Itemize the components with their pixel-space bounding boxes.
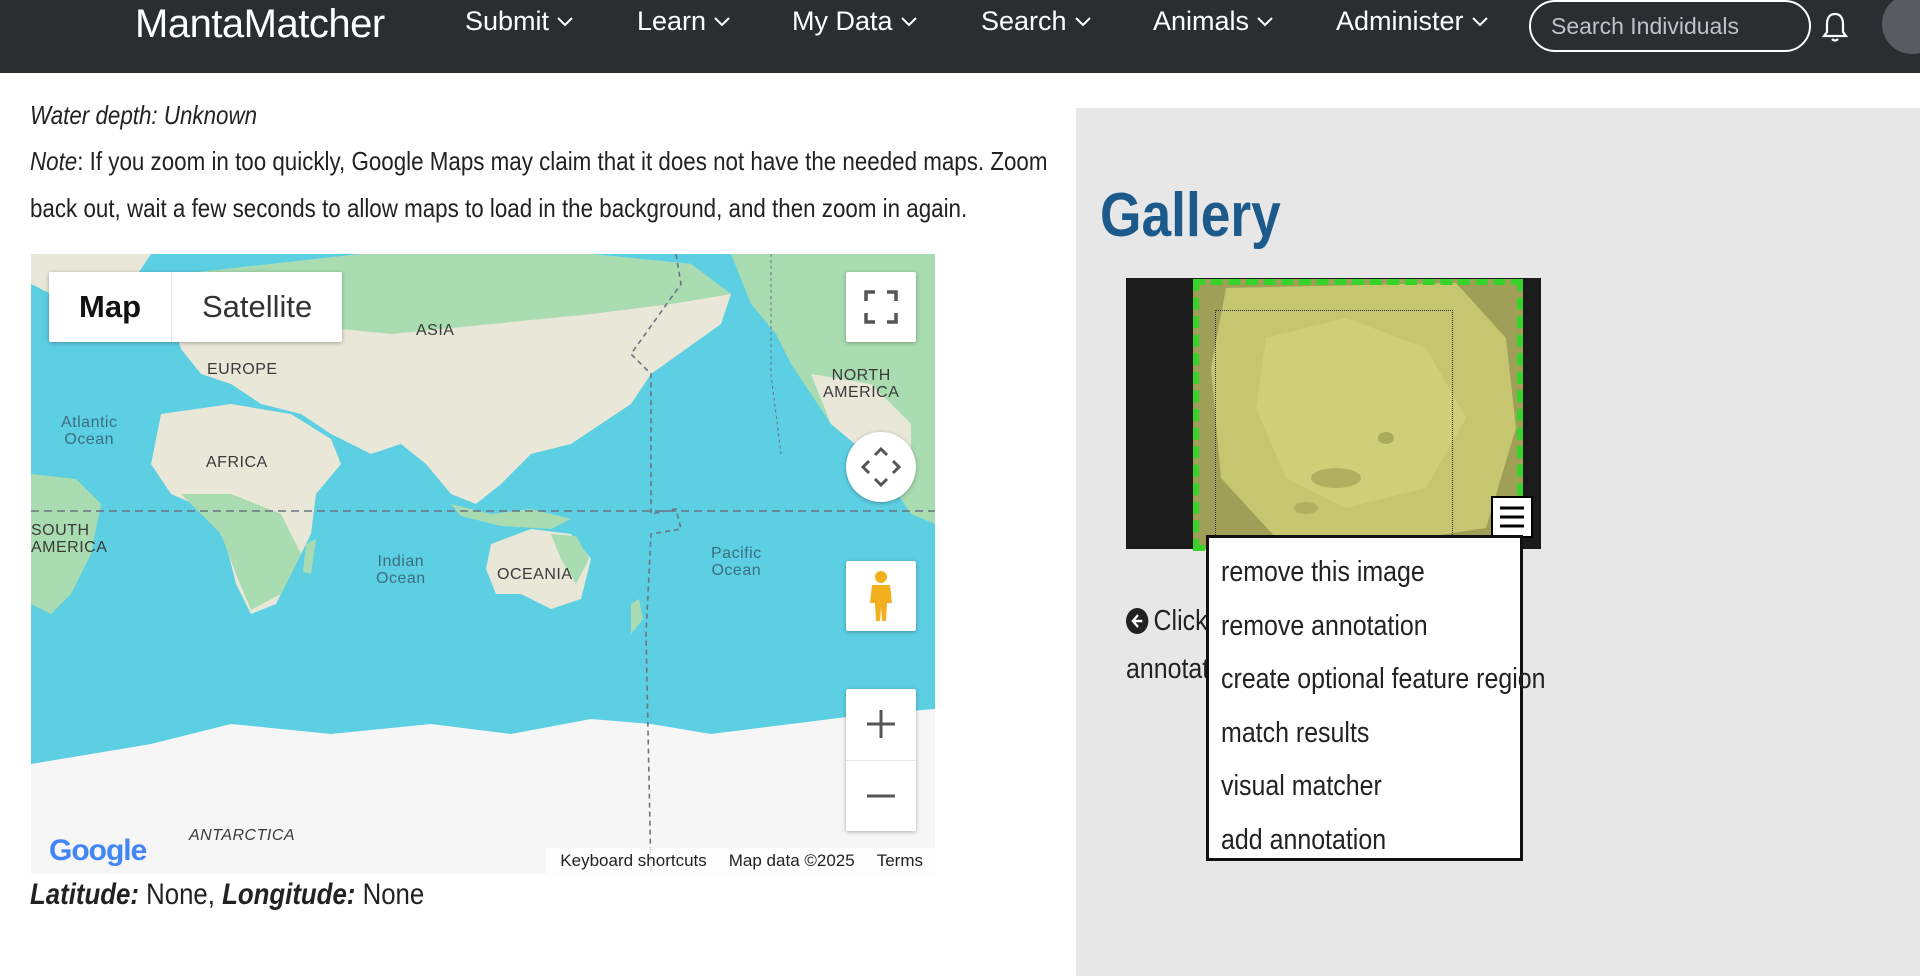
map-label-north-america-1: NORTH — [831, 367, 891, 384]
chevron-down-icon — [714, 16, 730, 26]
water-depth-text: Water depth: Unknown — [30, 100, 258, 130]
plus-icon — [867, 710, 895, 739]
terms-link[interactable]: Terms — [877, 851, 923, 871]
gallery-hint-text-2: annotati — [1126, 653, 1215, 685]
map-label-atlantic-2: Ocean — [64, 431, 115, 448]
map-label-indian-ocean: Indian Ocean — [376, 553, 426, 587]
bell-icon[interactable] — [1820, 10, 1850, 44]
menu-add-annotation[interactable]: add annotation — [1209, 814, 1476, 868]
map-label-north-america: NORTH AMERICA — [823, 367, 899, 401]
latitude-value: None, — [146, 878, 215, 911]
nav-learn[interactable]: Learn — [637, 6, 730, 37]
map-label-atlantic: Atlantic Ocean — [61, 414, 117, 448]
map-type-control: Map Satellite — [49, 272, 343, 342]
longitude-label: Longitude: — [222, 878, 356, 911]
map-label-pacific-2: Ocean — [711, 562, 762, 579]
nav-my-data[interactable]: My Data — [792, 6, 917, 37]
menu-remove-image[interactable]: remove this image — [1209, 546, 1476, 600]
zoom-control — [846, 689, 916, 831]
gallery-title: Gallery — [1100, 181, 1281, 250]
feature-region-box — [1215, 310, 1453, 537]
image-context-menu: remove this image remove annotation crea… — [1206, 535, 1545, 861]
map-note-line1: Note: If you zoom in too quickly, Google… — [30, 146, 1048, 177]
nav-animals-label: Animals — [1153, 6, 1250, 36]
gallery-hint-line1: Click — [1126, 605, 1208, 638]
lat-lon-readout: Latitude: None, Longitude: None — [30, 878, 424, 912]
nav-submit-label: Submit — [465, 6, 550, 36]
map-label-indian-2: Ocean — [376, 570, 426, 587]
nav-my-data-label: My Data — [792, 6, 893, 36]
map-label-pacific-ocean: Pacific Ocean — [711, 545, 762, 579]
map-label-africa: AFRICA — [206, 454, 268, 471]
search-individuals-box — [1529, 0, 1849, 52]
street-view-pegman[interactable] — [846, 561, 916, 631]
map-label-north-america-2: AMERICA — [823, 384, 900, 401]
chevron-down-icon — [1257, 16, 1273, 26]
google-map[interactable]: ASIA EUROPE NORTH AMERICA Atlantic Ocean… — [31, 254, 935, 874]
map-data-attribution: Map data ©2025 — [728, 851, 855, 870]
map-label-atlantic-1: Atlantic — [61, 414, 118, 431]
latitude-label: Latitude: — [30, 878, 139, 911]
note-prefix: Note — [30, 146, 78, 176]
zoom-in-button[interactable] — [846, 689, 916, 761]
chevron-down-icon — [1471, 16, 1488, 26]
menu-match-results[interactable]: match results — [1209, 707, 1476, 761]
keyboard-shortcuts-link[interactable]: Keyboard shortcuts — [560, 851, 706, 871]
google-logo: Google — [49, 834, 147, 867]
user-avatar[interactable] — [1882, 0, 1920, 54]
menu-create-feature-region[interactable]: create optional feature region — [1209, 653, 1545, 707]
search-individuals-input[interactable] — [1549, 11, 1849, 41]
chevron-down-icon — [900, 16, 917, 26]
image-menu-button[interactable] — [1491, 496, 1533, 538]
map-label-indian-1: Indian — [377, 553, 425, 570]
nav-search-label: Search — [981, 6, 1067, 36]
chevron-down-icon — [557, 16, 573, 26]
nav-administer[interactable]: Administer — [1336, 6, 1488, 37]
fullscreen-icon — [864, 290, 898, 324]
menu-remove-annotation[interactable]: remove annotation — [1209, 600, 1476, 654]
nav-administer-label: Administer — [1336, 6, 1464, 36]
world-map-graphic — [31, 254, 935, 874]
minus-icon — [867, 794, 895, 798]
map-label-south-america: SOUTH AMERICA — [31, 522, 107, 556]
fullscreen-button[interactable] — [846, 272, 916, 342]
nav-search[interactable]: Search — [981, 6, 1091, 37]
map-label-south-america-1: SOUTH — [31, 522, 90, 539]
map-label-antarctica: ANTARCTICA — [189, 827, 296, 844]
map-label-oceania: OCEANIA — [497, 566, 573, 583]
chevron-down-icon — [1074, 16, 1091, 26]
pan-control[interactable] — [846, 432, 916, 502]
gallery-hint-text-1: Click — [1153, 605, 1208, 637]
map-label-south-america-2: AMERICA — [31, 539, 108, 556]
zoom-out-button[interactable] — [846, 761, 916, 832]
map-label-europe: EUROPE — [207, 361, 278, 378]
hamburger-menu-icon — [1500, 506, 1524, 528]
note-text-1: : If you zoom in too quickly, Google Map… — [77, 146, 1048, 176]
map-label-pacific-1: Pacific — [711, 545, 762, 562]
pegman-icon — [870, 571, 892, 621]
nav-learn-label: Learn — [637, 6, 707, 36]
nav-submit[interactable]: Submit — [465, 6, 573, 37]
note-text-2: back out, wait a few seconds to allow ma… — [30, 193, 968, 223]
arrow-left-circle-icon — [1126, 608, 1149, 634]
move-arrows-icon — [860, 446, 902, 488]
menu-visual-matcher[interactable]: visual matcher — [1209, 760, 1476, 814]
map-type-map-button[interactable]: Map — [49, 272, 172, 342]
nav-animals[interactable]: Animals — [1153, 6, 1273, 37]
map-label-asia: ASIA — [416, 322, 455, 339]
map-type-satellite-button[interactable]: Satellite — [172, 272, 342, 342]
map-footer: Keyboard shortcuts Map data ©2025 Terms — [546, 848, 935, 874]
brand-logo[interactable]: MantaMatcher — [135, 2, 385, 47]
top-navbar: MantaMatcher Submit Learn My Data Search… — [0, 0, 1920, 73]
longitude-value: None — [362, 878, 425, 911]
